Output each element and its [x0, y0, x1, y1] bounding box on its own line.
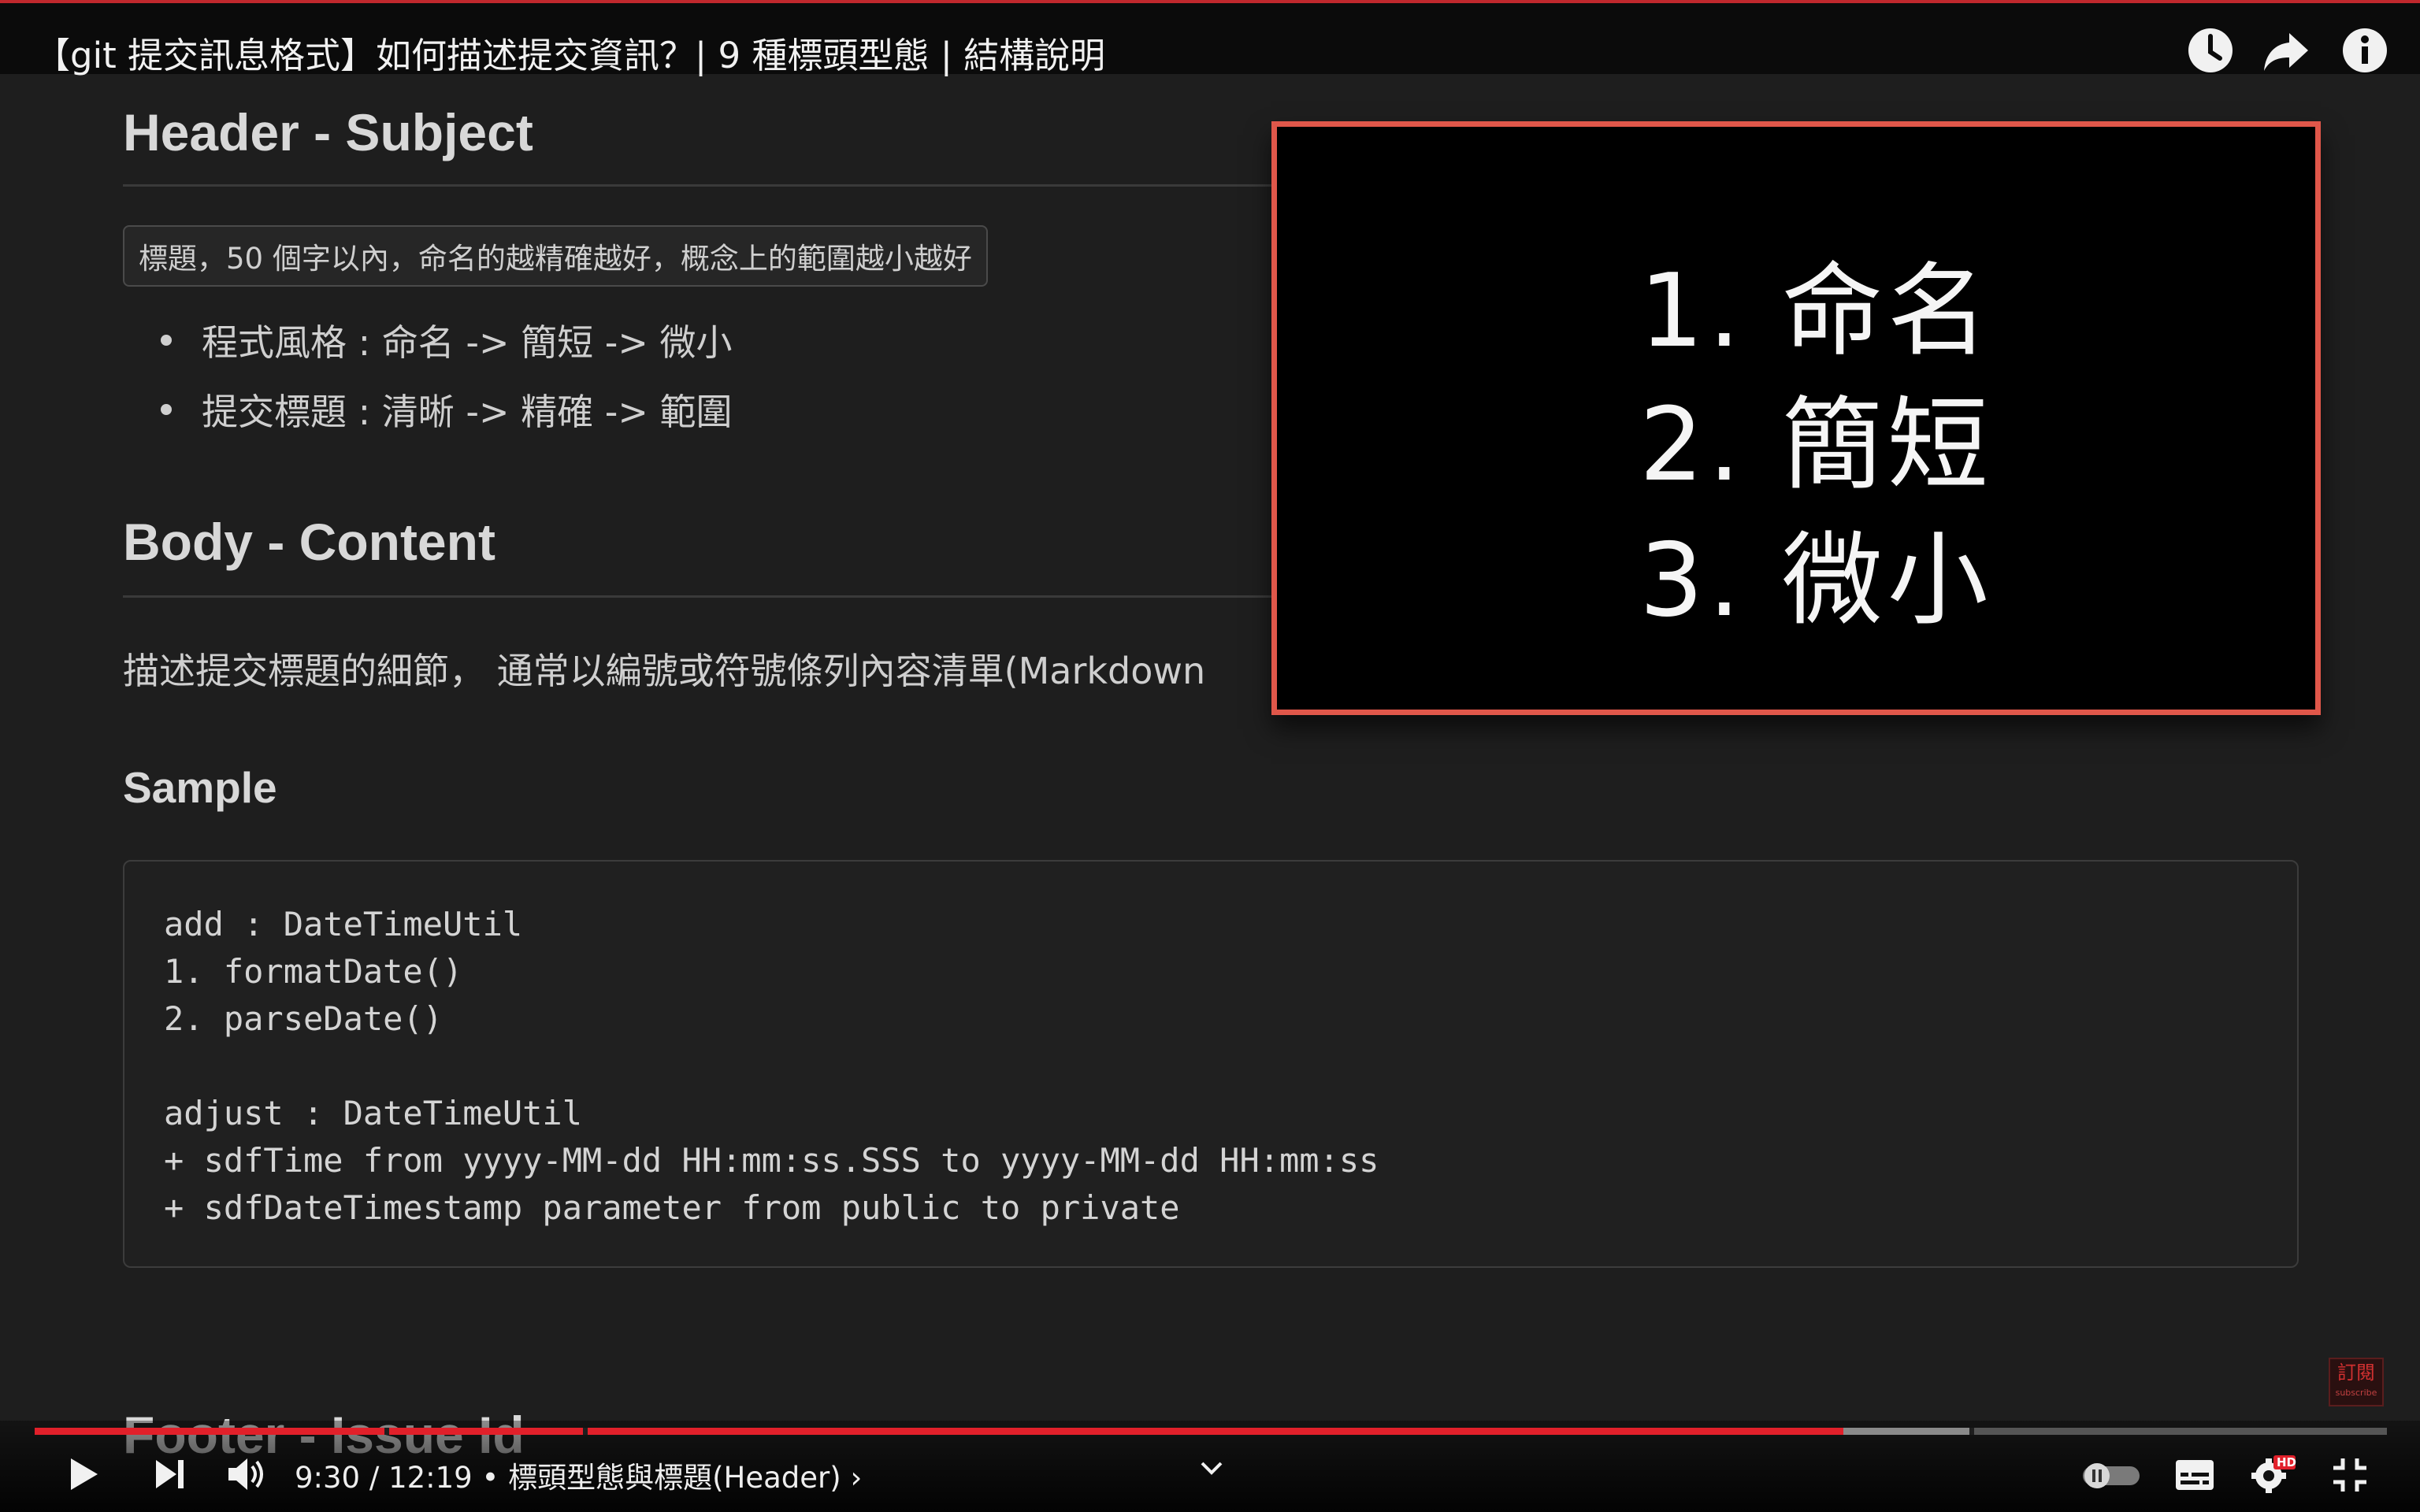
time-and-chapter: 9:30 / 12:19 • 標頭型態與標題(Header) › — [295, 1454, 862, 1496]
chapter-marker — [583, 1428, 588, 1435]
subscribe-label: 訂閱 — [2337, 1362, 2375, 1384]
time-display: 9:30 / 12:19 — [295, 1461, 473, 1495]
share-icon[interactable] — [2261, 25, 2311, 76]
clock-icon[interactable] — [2185, 25, 2236, 76]
divider — [123, 595, 1273, 598]
subject-callout: 標題，50 個字以內，命名的越精確越好，概念上的範圍越小越好 — [123, 225, 988, 287]
sample-heading: Sample — [123, 763, 277, 812]
subscribe-watermark[interactable]: 訂閱 subscribe — [2329, 1358, 2384, 1406]
code-line: 1. formatDate() — [164, 952, 463, 991]
progress-buffered — [1843, 1428, 1969, 1435]
highlight-overlay: 1. 命名 2. 簡短 3. 微小 — [1271, 121, 2321, 715]
volume-icon[interactable] — [225, 1455, 268, 1493]
separator-dot: • — [481, 1461, 499, 1495]
divider — [123, 184, 1273, 187]
code-line: 2. parseDate() — [164, 999, 444, 1038]
play-icon[interactable] — [63, 1454, 104, 1495]
chapter-title[interactable]: 標頭型態與標題(Header) — [508, 1461, 841, 1495]
subtitles-icon[interactable] — [2174, 1458, 2215, 1492]
chapter-marker — [384, 1428, 389, 1435]
video-title[interactable]: 【git 提交訊息格式】如何描述提交資訊？| 9 種標頭型態 | 結構說明 — [35, 27, 1105, 78]
exit-fullscreen-icon[interactable] — [2332, 1457, 2368, 1493]
chevron-down-icon[interactable] — [1199, 1458, 1224, 1477]
code-line: adjust : DateTimeUtil — [164, 1094, 583, 1132]
list-item: 程式風格 : 命名 -> 簡短 -> 微小 — [123, 314, 733, 384]
next-icon[interactable] — [153, 1457, 189, 1492]
body-description: 描述提交標題的細節， 通常以編號或符號條列內容清單(Markdown — [123, 650, 1206, 692]
info-icon[interactable] — [2340, 25, 2390, 76]
code-line: + sdfTime from yyyy-MM-dd HH:mm:ss.SSS t… — [164, 1141, 1379, 1180]
bullet-list: 程式風格 : 命名 -> 簡短 -> 微小 提交標題 : 清晰 -> 精確 ->… — [123, 314, 733, 453]
code-block: add : DateTimeUtil 1. formatDate() 2. pa… — [123, 860, 2299, 1268]
chapter-arrow-icon[interactable]: › — [850, 1461, 862, 1495]
subscribe-sublabel: subscribe — [2335, 1388, 2377, 1398]
code-line: + sdfDateTimestamp parameter from public… — [164, 1188, 1180, 1227]
progress-played — [35, 1428, 1843, 1435]
section-heading-header-subject: Header - Subject — [123, 103, 533, 161]
overlay-item: 2. 簡短 — [1639, 387, 1993, 504]
video-frame[interactable]: Header - Subject 標題，50 個字以內，命名的越精確越好，概念上… — [0, 0, 2420, 1512]
code-line: add : DateTimeUtil — [164, 905, 523, 943]
overlay-item: 1. 命名 — [1639, 253, 1993, 370]
chapter-marker — [1969, 1428, 1974, 1435]
overlay-item: 3. 微小 — [1639, 522, 1993, 639]
autoplay-toggle-icon[interactable] — [2080, 1460, 2143, 1492]
hd-badge: HD — [2277, 1455, 2297, 1469]
list-item: 提交標題 : 清晰 -> 精確 -> 範圍 — [123, 384, 733, 453]
title-bar: 【git 提交訊息格式】如何描述提交資訊？| 9 種標頭型態 | 結構說明 — [0, 0, 2420, 76]
section-heading-body-content: Body - Content — [123, 513, 496, 571]
